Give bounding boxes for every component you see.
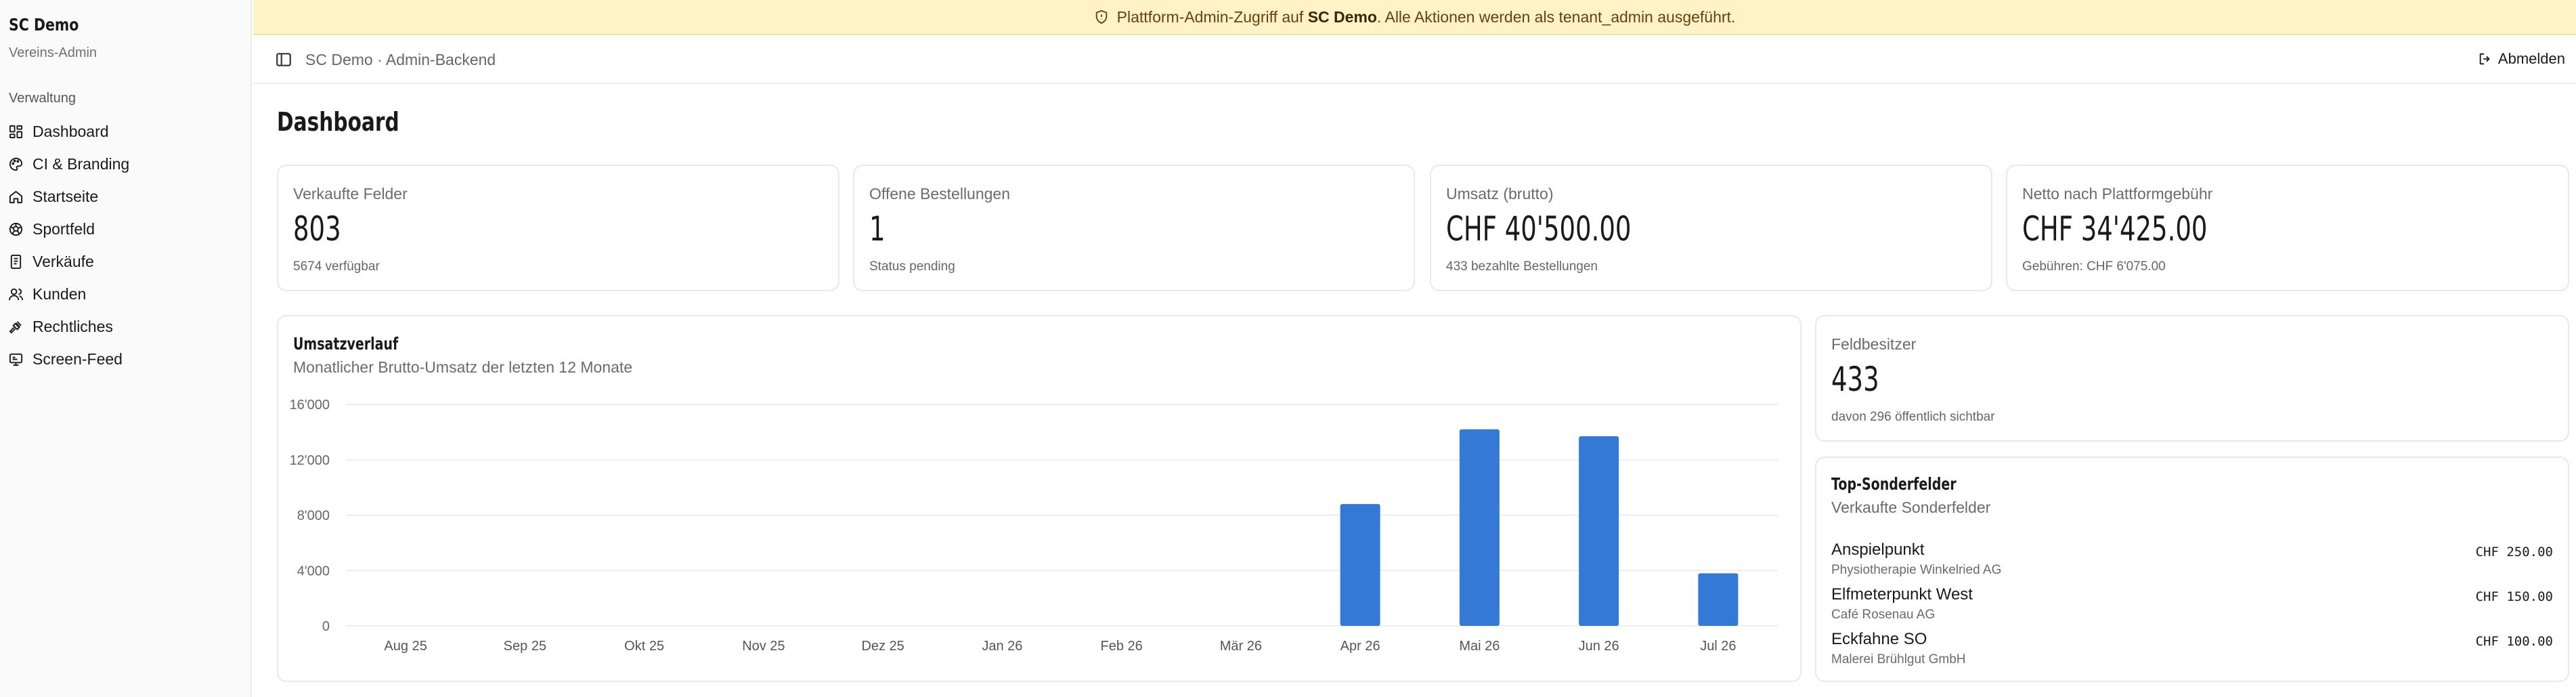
revenue-bar-chart: 0 4'000 8'000 12'000 16'000 Aug 25 Sep 25 Okt … [290,398,1778,654]
stat-card-revenue-gross: Umsatz (brutto) CHF 40'500.00 433 bezahl… [1430,165,1992,291]
screen-icon [9,353,23,366]
stat-label: Netto nach Plattformgebühr [2022,185,2213,203]
admin-access-banner: Plattform-Admin-Zugriff auf SC Demo. All… [253,0,2576,35]
stat-label: Umsatz (brutto) [1446,185,1554,203]
x-tick-label: Sep 25 [504,639,546,654]
sidebar-item-kunden[interactable]: Kunden [8,278,244,310]
stat-label: Verkaufte Felder [293,185,408,203]
banner-suffix: . Alle Aktionen werden als tenant_admin … [1376,7,1736,26]
chart-bar[interactable] [1459,429,1500,626]
stat-subtext: davon 296 öffentlich sichtbar [1831,410,1995,424]
sidebar-item-label: Sportfeld [32,219,95,238]
stat-card-open-orders: Offene Bestellungen 1 Status pending [853,165,1415,291]
sidebar-item-branding[interactable]: CI & Branding [8,148,244,180]
special-field-name: Elfmeterpunkt West [1831,585,1973,604]
x-tick-label: Aug 25 [384,639,427,654]
stat-card-field-owners: Feldbesitzer 433 davon 296 öffentlich si… [1815,315,2569,442]
sidebar-item-label: Screen-Feed [32,350,123,368]
receipt-icon [10,254,22,269]
chart-bar[interactable] [1340,504,1380,626]
stat-label: Feldbesitzer [1831,335,1917,353]
y-tick-label: 8'000 [297,509,330,524]
nav-section-heading: Verwaltung [9,91,76,106]
page-title: Dashboard [277,107,399,137]
list-item: Anspielpunkt Physiotherapie Winkelried A… [1831,541,2553,581]
sidebar-item-label: Verkäufe [32,252,94,270]
stat-value: 803 [293,209,341,249]
list-item: Elfmeterpunkt West Café Rosenau AG CHF 1… [1831,585,2553,626]
special-field-price: CHF 150.00 [2475,589,2553,604]
special-field-price: CHF 100.00 [2475,634,2553,649]
list-item: Eckfahne SO Malerei Brühlgut GmbH CHF 10… [1831,630,2553,671]
stat-value: 1 [869,209,886,249]
sidebar-item-label: CI & Branding [32,154,130,173]
ball-icon [9,222,23,236]
logout-label: Abmelden [2497,50,2565,67]
sidebar-item-label: Startseite [32,187,99,205]
special-field-owner: Physiotherapie Winkelried AG [1831,563,2002,577]
users-icon [8,288,24,300]
stat-value: 433 [1831,360,1879,399]
dashboard-icon [9,125,23,138]
special-field-name: Anspielpunkt [1831,541,1925,559]
stat-subtext: Status pending [869,259,955,274]
sidebar-item-rechtliches[interactable]: Rechtliches [8,310,244,343]
special-fields-subtitle: Verkaufte Sonderfelder [1831,499,1991,516]
x-tick-label: Feb 26 [1100,639,1142,654]
x-tick-label: Nov 25 [742,639,785,654]
chart-bar[interactable] [1698,573,1739,626]
logout-icon [2479,53,2490,65]
x-tick-label: Jan 26 [982,639,1022,654]
sidebar: SC Demo Vereins-Admin Verwaltung Dashboa… [0,0,252,697]
breadcrumb: SC Demo · Admin-Backend [305,51,496,68]
stat-subtext: Gebühren: CHF 6'075.00 [2022,259,2166,274]
y-tick-label: 0 [322,619,330,634]
shield-icon [1095,9,1107,24]
x-tick-label: Okt 25 [624,639,664,654]
stat-label: Offene Bestellungen [869,185,1011,203]
sidebar-item-sportfeld[interactable]: Sportfeld [8,213,244,245]
special-fields-title: Top-Sonderfelder [1831,474,1957,494]
top-special-fields-card: Top-Sonderfelder Verkaufte Sonderfelder … [1815,457,2569,682]
chart-bar[interactable] [1579,436,1619,626]
gavel-icon [9,320,22,333]
sidebar-item-label: Rechtliches [32,317,113,335]
sidebar-item-screen-feed[interactable]: Screen-Feed [8,343,244,375]
topbar: SC Demo · Admin-Backend Abmelden [253,37,2576,84]
sidebar-nav: Dashboard CI & Branding Startseite Sport… [8,115,244,375]
sidebar-item-label: Kunden [32,284,87,303]
x-tick-label: Mai 26 [1459,639,1500,654]
home-icon [9,190,23,203]
stat-card-net-revenue: Netto nach Plattformgebühr CHF 34'425.00… [2006,165,2569,291]
logout-button[interactable]: Abmelden [2478,50,2565,68]
x-tick-label: Dez 25 [861,639,904,654]
x-tick-label: Jul 26 [1700,639,1736,654]
sidebar-toggle-icon[interactable] [275,51,292,68]
brand-name: SC Demo [9,15,79,35]
brand-subtitle: Vereins-Admin [9,45,97,60]
banner-club: SC Demo [1307,7,1377,26]
special-field-price: CHF 250.00 [2475,545,2553,559]
sidebar-item-verkaeufe[interactable]: Verkäufe [8,245,244,278]
y-tick-label: 16'000 [290,398,330,413]
stat-value: CHF 40'500.00 [1446,209,1632,249]
banner-prefix: Plattform-Admin-Zugriff auf [1116,7,1304,26]
x-tick-label: Jun 26 [1579,639,1619,654]
special-field-owner: Malerei Brühlgut GmbH [1831,652,1966,667]
stat-card-sold-fields: Verkaufte Felder 803 5674 verfügbar [277,165,839,291]
revenue-chart-card: Umsatzverlauf Monatlicher Brutto-Umsatz … [277,315,1802,682]
y-tick-label: 12'000 [290,453,330,468]
palette-icon [9,157,23,171]
sidebar-item-dashboard[interactable]: Dashboard [8,115,244,148]
x-tick-label: Mär 26 [1220,639,1262,654]
sidebar-item-startseite[interactable]: Startseite [8,180,244,213]
x-tick-label: Apr 26 [1340,639,1380,654]
y-tick-label: 4'000 [297,564,330,578]
stat-value: CHF 34'425.00 [2022,209,2208,249]
special-field-owner: Café Rosenau AG [1831,608,1936,622]
sidebar-item-label: Dashboard [32,122,109,140]
special-field-name: Eckfahne SO [1831,630,1927,648]
stat-subtext: 5674 verfügbar [293,259,380,274]
stat-subtext: 433 bezahlte Bestellungen [1446,259,1598,274]
